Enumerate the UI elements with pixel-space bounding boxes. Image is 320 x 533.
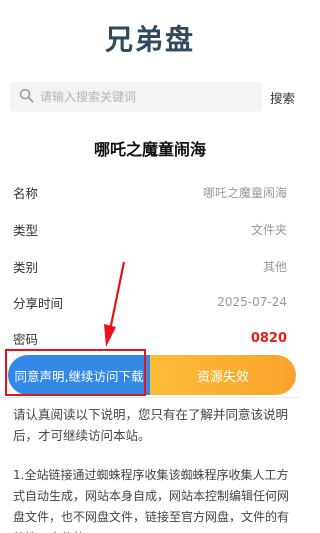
- info-row-share-time: 分享时间 2025-07-24: [13, 292, 287, 312]
- divider: [0, 397, 300, 398]
- resource-invalid-button[interactable]: 资源失效: [150, 355, 296, 395]
- search-button[interactable]: 搜索: [270, 88, 295, 107]
- info-label: 分享时间: [13, 295, 64, 311]
- search-icon: [19, 88, 34, 107]
- info-value: 哪吒之魔童闹海: [202, 185, 287, 200]
- info-row-category: 类别 其他: [13, 256, 287, 276]
- info-row-password: 密码 0820: [13, 328, 287, 348]
- info-label: 密码: [13, 331, 39, 347]
- site-logo-title: 兄弟盘: [104, 23, 195, 56]
- action-buttons: 同意声明,继续访问下载 资源失效: [8, 355, 296, 395]
- info-label: 类型: [13, 222, 39, 238]
- password-value: 0820: [250, 330, 287, 346]
- info-value: 2025-07-24: [217, 295, 287, 309]
- info-row-name: 名称 哪吒之魔童闹海: [13, 182, 287, 202]
- agree-continue-button[interactable]: 同意声明,继续访问下载: [8, 355, 150, 395]
- search-field[interactable]: [10, 82, 262, 112]
- file-title: 哪吒之魔童闹海: [93, 140, 206, 159]
- notice-intro: 请认真阅读以下说明，您只有在了解并同意该说明后，才可继续访问本站。: [13, 407, 289, 443]
- info-value: 文件夹: [250, 222, 287, 237]
- notice-terms: 1.全站链接通过蜘蛛程序收集该蜘蛛程序收集人工方式自动生成，网站本身自成，网站本…: [13, 468, 289, 533]
- search-bar: 搜索: [10, 82, 295, 112]
- search-input[interactable]: [40, 90, 260, 104]
- info-label: 类别: [13, 259, 39, 275]
- info-row-type: 类型 文件夹: [13, 219, 287, 239]
- info-value: 其他: [262, 259, 287, 274]
- info-label: 名称: [13, 185, 39, 201]
